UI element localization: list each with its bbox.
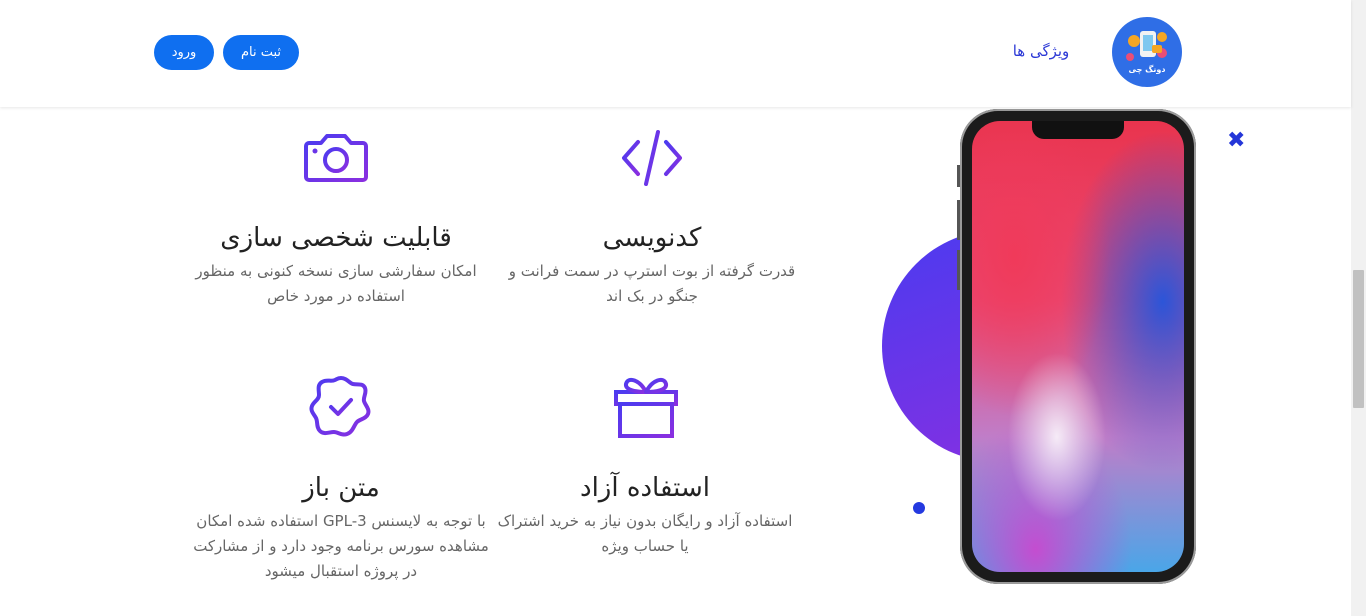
phone-screen [972,121,1184,572]
feature-personalization: قابلیت شخصی سازی امکان سفارشی سازی نسخه … [186,222,486,309]
feature-description: استفاده آزاد و رایگان بدون نیاز به خرید … [497,512,793,555]
gift-icon [614,377,678,438]
phone-side-button [957,250,960,290]
decorative-dot [913,502,925,514]
top-navbar: ورود ثبت نام ویژگی ها دونگ چی [0,0,1351,107]
logo-text: دونگ چی [1128,65,1166,74]
feature-title: قابلیت شخصی سازی [220,223,452,253]
feature-title: استفاده آزاد [580,473,710,503]
feature-title: متن باز [302,473,380,503]
decorative-x-icon: ✖ [1227,128,1246,153]
badge-check-icon [309,376,371,437]
camera-icon [304,134,368,182]
feature-description: امکان سفارشی سازی نسخه کنونی به منظور اس… [195,262,477,305]
phone-side-button [957,200,960,240]
logo[interactable]: دونگ چی [1112,17,1182,87]
nav-link-features[interactable]: ویژگی ها [1005,42,1077,60]
feature-coding: کدنویسی قدرت گرفته از بوت استرپ در سمت ف… [502,222,802,309]
feature-open-source: متن باز با توجه به لایسنس GPL-3 استفاده … [191,472,491,584]
feature-title: کدنویسی [602,223,702,253]
logo-illustration-icon [1126,31,1167,61]
signup-button[interactable]: ثبت نام [223,35,299,70]
phone-mockup [960,109,1196,584]
scrollbar-thumb[interactable] [1353,270,1364,408]
feature-free-use: استفاده آزاد استفاده آزاد و رایگان بدون … [495,472,795,559]
login-button[interactable]: ورود [154,35,214,70]
feature-description: قدرت گرفته از بوت استرپ در سمت فرانت و ج… [508,262,796,305]
phone-notch [1032,121,1124,139]
phone-side-button [957,165,960,187]
code-icon [622,130,682,186]
feature-description: با توجه به لایسنس GPL-3 استفاده شده امکا… [193,512,489,580]
